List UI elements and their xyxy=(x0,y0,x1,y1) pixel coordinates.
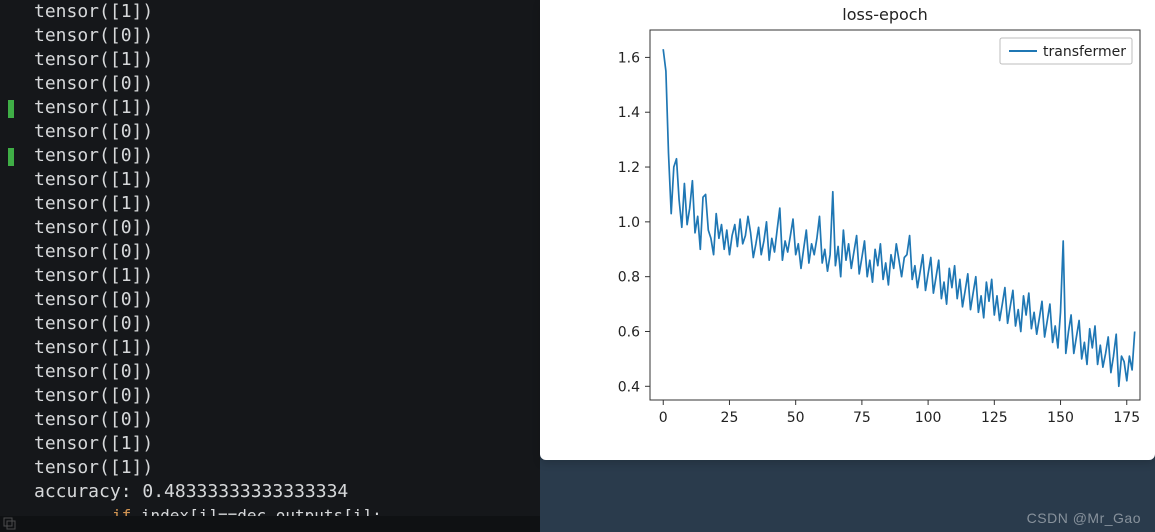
terminal-line: tensor([0]) xyxy=(22,360,540,384)
watermark: CSDN @Mr_Gao xyxy=(1027,510,1141,526)
svg-text:125: 125 xyxy=(981,410,1008,426)
chart-title: loss-epoch xyxy=(842,5,927,24)
terminal-line: tensor([0]) xyxy=(22,408,540,432)
series-line-transfermer xyxy=(663,49,1134,386)
terminal-line: tensor([1]) xyxy=(22,168,540,192)
legend-entry-0: transfermer xyxy=(1043,44,1126,60)
svg-text:1.6: 1.6 xyxy=(618,50,640,66)
terminal-line: tensor([0]) xyxy=(22,24,540,48)
terminal-line: tensor([0]) xyxy=(22,72,540,96)
svg-text:0.4: 0.4 xyxy=(618,379,640,395)
terminal-line: tensor([0]) xyxy=(22,384,540,408)
svg-text:25: 25 xyxy=(721,410,739,426)
svg-text:175: 175 xyxy=(1113,410,1140,426)
terminal-bottom-strip xyxy=(0,516,540,532)
gutter xyxy=(0,0,16,532)
terminal-line: accuracy: 0.48333333333333334 xyxy=(22,480,540,504)
svg-text:150: 150 xyxy=(1047,410,1074,426)
svg-text:1.2: 1.2 xyxy=(618,160,640,176)
terminal-line: tensor([1]) xyxy=(22,0,540,24)
svg-text:0.6: 0.6 xyxy=(618,324,640,340)
terminal-line: tensor([0]) xyxy=(22,312,540,336)
svg-text:1.0: 1.0 xyxy=(618,215,640,231)
svg-text:50: 50 xyxy=(787,410,805,426)
svg-text:0.8: 0.8 xyxy=(618,270,640,286)
terminal-line: tensor([1]) xyxy=(22,48,540,72)
terminal-line: tensor([1]) xyxy=(22,432,540,456)
svg-text:75: 75 xyxy=(853,410,871,426)
svg-text:0: 0 xyxy=(659,410,668,426)
loss-epoch-plot: loss-epoch 0 25 50 75 100 125 150 175 0.4 0.6 0.8… xyxy=(585,0,1145,450)
svg-text:1.4: 1.4 xyxy=(618,105,640,121)
chart-panel: loss-epoch 0 25 50 75 100 125 150 175 0.4 0.6 0.8… xyxy=(540,0,1155,460)
terminal-line: tensor([0]) xyxy=(22,144,540,168)
terminal-line: tensor([0]) xyxy=(22,216,540,240)
terminal-line: tensor([0]) xyxy=(22,240,540,264)
x-ticks: 0 25 50 75 100 125 150 175 xyxy=(659,400,1140,426)
terminal-line: tensor([0]) xyxy=(22,120,540,144)
terminal-line: tensor([1]) xyxy=(22,456,540,480)
terminal-line: tensor([0]) xyxy=(22,288,540,312)
y-ticks: 0.4 0.6 0.8 1.0 1.2 1.4 1.6 xyxy=(618,50,650,395)
gutter-mark xyxy=(8,100,14,118)
legend: transfermer xyxy=(1000,38,1132,64)
terminal-line: tensor([1]) xyxy=(22,336,540,360)
terminal-line: tensor([1]) xyxy=(22,192,540,216)
copy-icon xyxy=(2,516,16,530)
terminal-line: tensor([1]) xyxy=(22,264,540,288)
terminal-output-panel[interactable]: tensor([1])tensor([0])tensor([1])tensor(… xyxy=(0,0,540,532)
svg-text:100: 100 xyxy=(915,410,942,426)
terminal-line: tensor([1]) xyxy=(22,96,540,120)
gutter-mark xyxy=(8,148,14,166)
